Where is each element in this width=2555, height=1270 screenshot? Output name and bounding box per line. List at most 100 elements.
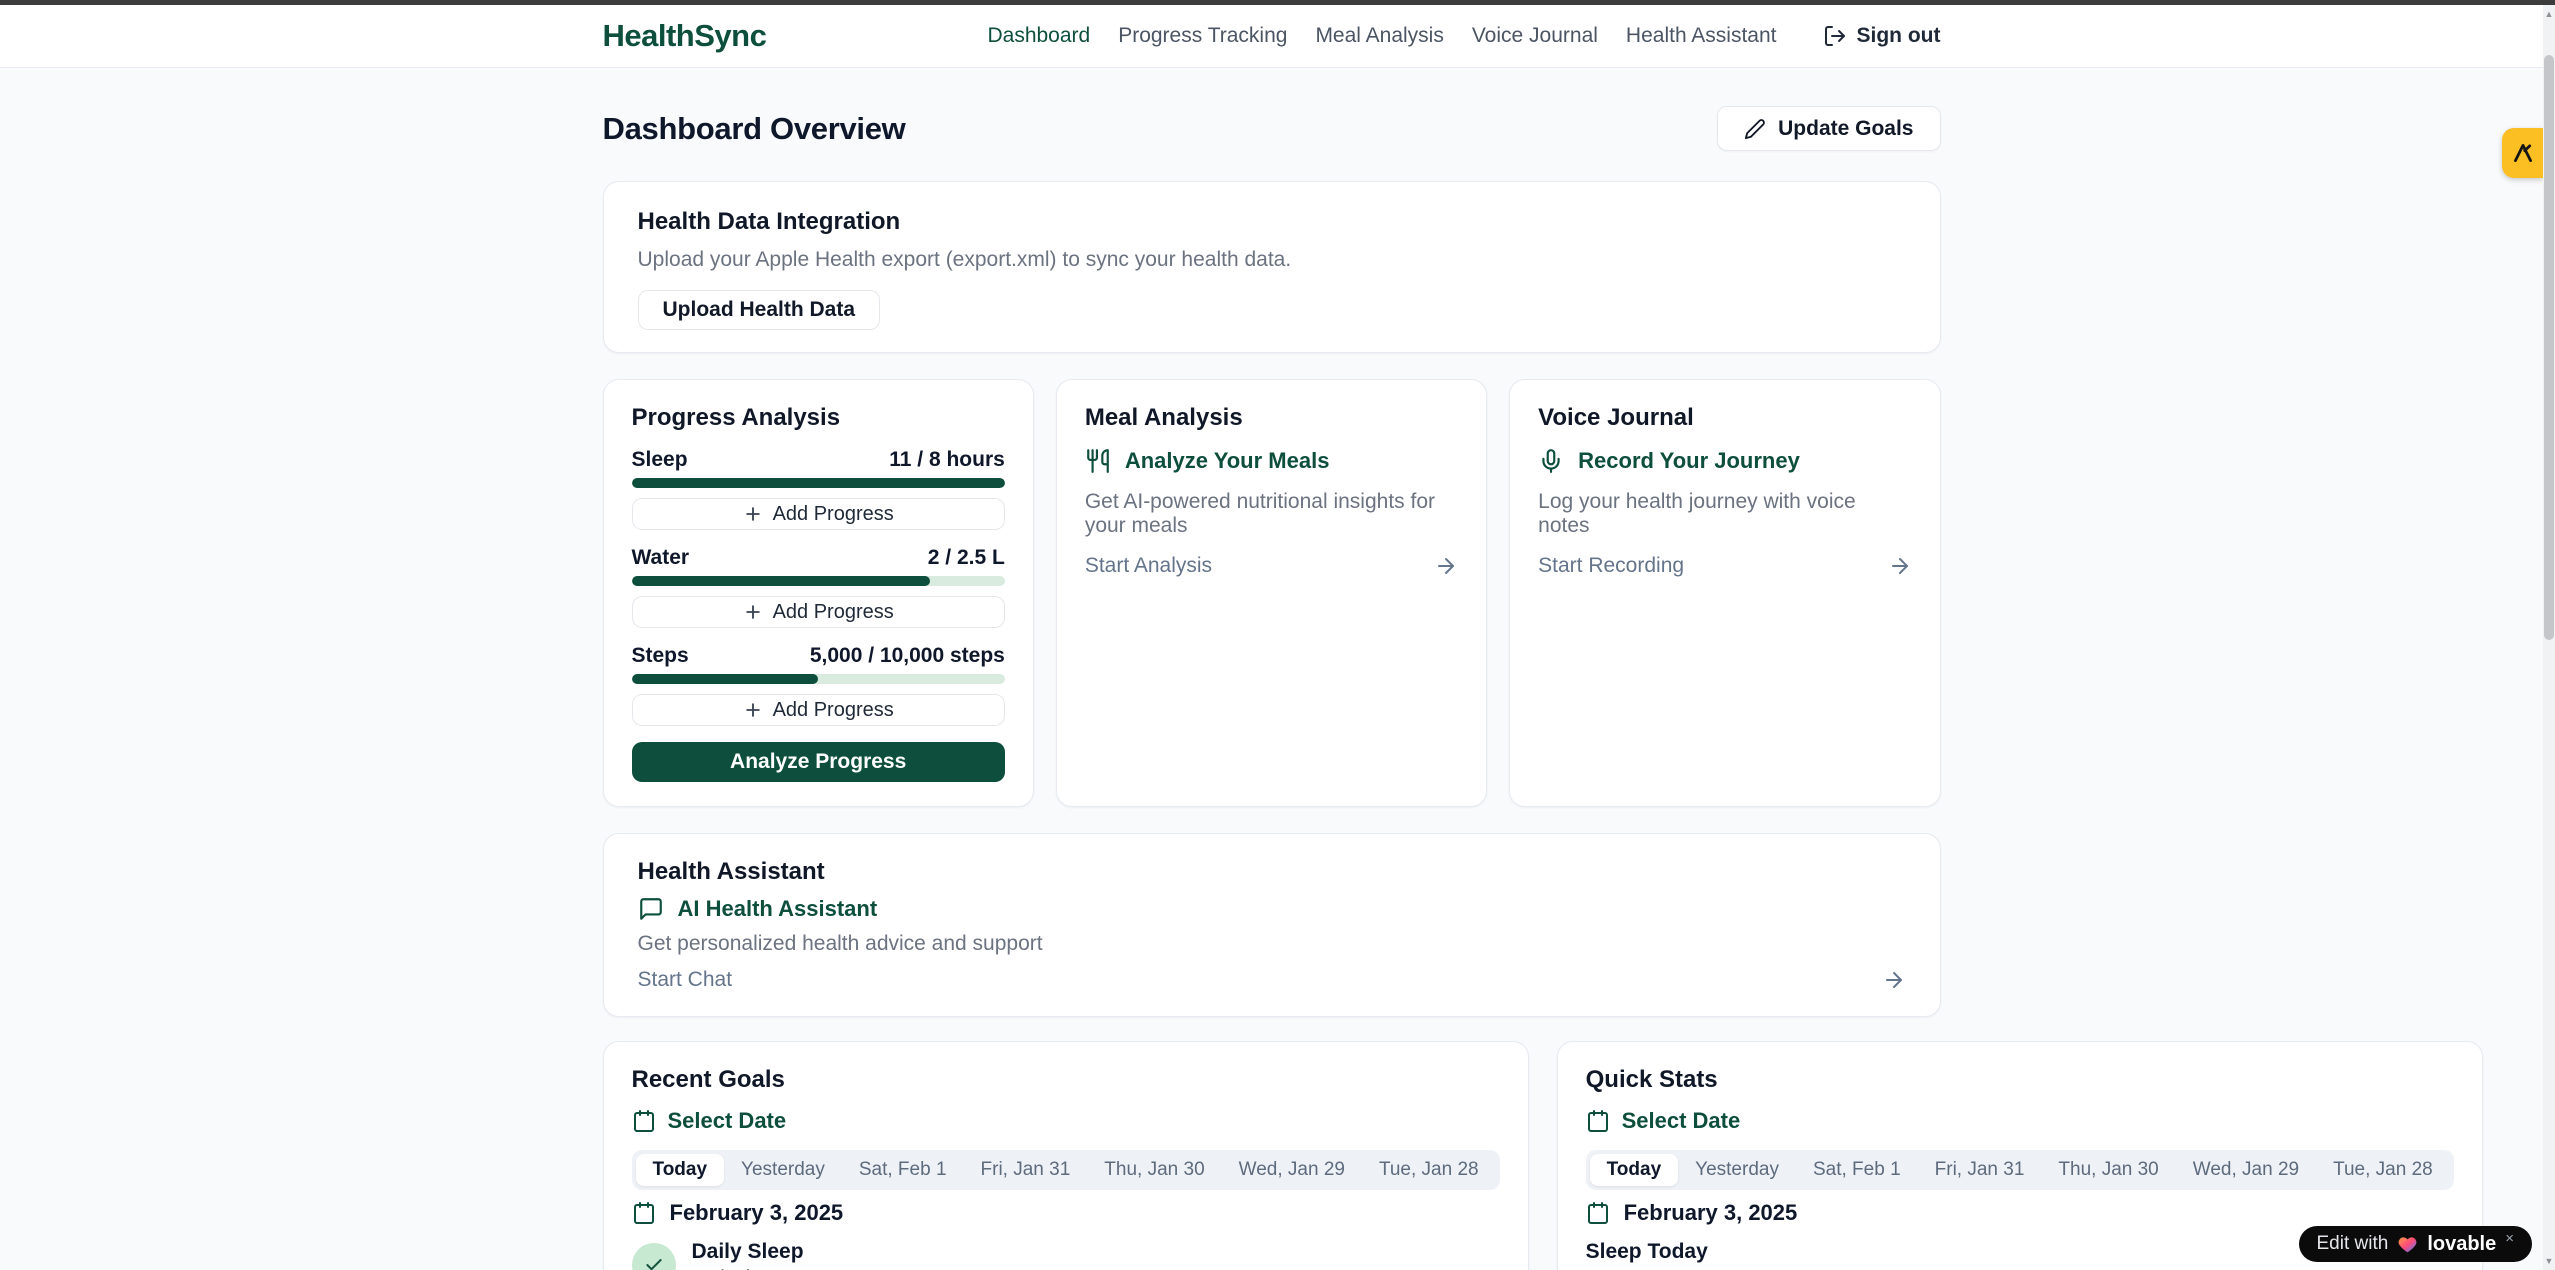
nav-dashboard[interactable]: Dashboard — [987, 24, 1090, 48]
scrollbar-down-arrow[interactable]: ▼ — [2543, 1254, 2555, 1268]
badge-close-icon[interactable]: × — [2505, 1230, 2514, 1247]
date-tab[interactable]: Fri, Jan 31 — [1918, 1154, 2042, 1186]
meal-card-description: Get AI-powered nutritional insights for … — [1085, 490, 1458, 538]
main-nav: Dashboard Progress Tracking Meal Analysi… — [987, 24, 1940, 48]
pencil-icon — [1744, 118, 1766, 140]
metric-steps: Steps 5,000 / 10,000 steps Add Progress — [632, 644, 1005, 726]
check-icon — [644, 1255, 664, 1270]
update-goals-button[interactable]: Update Goals — [1717, 106, 1940, 151]
date-tab-yesterday[interactable]: Yesterday — [1678, 1154, 1796, 1186]
scrollbar-up-arrow[interactable]: ▲ — [2543, 7, 2555, 21]
analyze-progress-button[interactable]: Analyze Progress — [632, 742, 1005, 782]
progress-bar-fill — [632, 576, 931, 586]
date-tab[interactable]: Sat, Feb 1 — [842, 1154, 964, 1186]
start-analysis-action[interactable]: Start Analysis — [1085, 554, 1458, 578]
calendar-icon — [1586, 1201, 1610, 1225]
arrow-right-icon — [1888, 554, 1912, 578]
nav-voice-journal[interactable]: Voice Journal — [1472, 24, 1598, 48]
add-progress-sleep-button[interactable]: Add Progress — [632, 498, 1005, 530]
quick-stats-title: Quick Stats — [1586, 1066, 2454, 1094]
progress-card-title: Progress Analysis — [632, 404, 1005, 432]
date-tab-yesterday[interactable]: Yesterday — [724, 1154, 842, 1186]
health-assistant-card: Health Assistant AI Health Assistant Get… — [603, 833, 1941, 1017]
analyze-meals-link[interactable]: Analyze Your Meals — [1085, 448, 1458, 474]
metric-value: 2 / 2.5 L — [928, 546, 1005, 570]
sign-out-button[interactable]: Sign out — [1823, 24, 1941, 48]
date-tab[interactable]: Thu, Jan 30 — [2041, 1154, 2175, 1186]
nav-progress-tracking[interactable]: Progress Tracking — [1118, 24, 1287, 48]
goal-list-item: Daily Sleep 11 / 8 hours — [632, 1240, 1500, 1270]
start-recording-action[interactable]: Start Recording — [1538, 554, 1911, 578]
scrollbar-thumb[interactable] — [2544, 55, 2554, 640]
upload-health-data-button[interactable]: Upload Health Data — [638, 290, 881, 330]
metric-value: 5,000 / 10,000 steps — [810, 644, 1005, 668]
progress-analysis-card: Progress Analysis Sleep 11 / 8 hours Add… — [603, 379, 1034, 807]
date-tab[interactable]: Thu, Jan 30 — [1087, 1154, 1221, 1186]
mic-icon — [1538, 448, 1564, 474]
metric-value: 11 / 8 hours — [889, 448, 1005, 472]
health-data-integration-card: Health Data Integration Upload your Appl… — [603, 181, 1941, 353]
app-header: HealthSync Dashboard Progress Tracking M… — [0, 5, 2543, 68]
date-tab[interactable]: Sat, Feb 1 — [1796, 1154, 1918, 1186]
progress-bar-fill — [632, 674, 819, 684]
nav-meal-analysis[interactable]: Meal Analysis — [1315, 24, 1443, 48]
progress-bar — [632, 478, 1005, 488]
sign-out-label: Sign out — [1857, 24, 1941, 48]
add-progress-water-button[interactable]: Add Progress — [632, 596, 1005, 628]
select-date-button[interactable]: Select Date — [1586, 1108, 2454, 1134]
recent-goals-title: Recent Goals — [632, 1066, 1500, 1094]
metric-label: Steps — [632, 644, 689, 668]
selected-date: February 3, 2025 — [632, 1200, 1500, 1226]
start-chat-action[interactable]: Start Chat — [638, 968, 1906, 992]
recent-goals-card: Recent Goals Select Date Today Yesterday… — [603, 1041, 1529, 1270]
select-date-button[interactable]: Select Date — [632, 1108, 1500, 1134]
metric-label: Water — [632, 546, 690, 570]
integration-title: Health Data Integration — [638, 208, 1906, 236]
add-progress-steps-button[interactable]: Add Progress — [632, 694, 1005, 726]
calendar-icon — [632, 1109, 656, 1133]
date-tab[interactable]: Fri, Jan 31 — [964, 1154, 1088, 1186]
app-logo[interactable]: HealthSync — [603, 18, 767, 54]
voice-journal-card: Voice Journal Record Your Journey Log yo… — [1509, 379, 1940, 807]
selected-date: February 3, 2025 — [1586, 1200, 2454, 1226]
date-tabs: Today Yesterday Sat, Feb 1 Fri, Jan 31 T… — [632, 1150, 1500, 1190]
arrow-right-icon — [1882, 968, 1906, 992]
metric-label: Sleep — [632, 448, 688, 472]
page-title: Dashboard Overview — [603, 111, 906, 147]
record-journey-link[interactable]: Record Your Journey — [1538, 448, 1911, 474]
edit-with-lovable-badge[interactable]: Edit with lovable × — [2299, 1226, 2533, 1262]
date-tab-today[interactable]: Today — [636, 1154, 725, 1186]
progress-bar-fill — [632, 478, 1005, 488]
meal-analysis-card: Meal Analysis Analyze Your Meals Get AI-… — [1056, 379, 1487, 807]
progress-bar — [632, 576, 1005, 586]
date-tab[interactable]: Wed, Jan 29 — [2176, 1154, 2316, 1186]
metric-water: Water 2 / 2.5 L Add Progress — [632, 546, 1005, 628]
date-tab[interactable]: Tue, Jan 28 — [2316, 1154, 2450, 1186]
date-tab[interactable]: Wed, Jan 29 — [1222, 1154, 1362, 1186]
utensils-icon — [1085, 448, 1111, 474]
nav-health-assistant[interactable]: Health Assistant — [1626, 24, 1777, 48]
plus-icon — [743, 700, 763, 720]
voice-card-title: Voice Journal — [1538, 404, 1911, 432]
chat-icon — [638, 896, 664, 922]
arrow-right-icon — [1434, 554, 1458, 578]
date-tab-today[interactable]: Today — [1590, 1154, 1679, 1186]
integration-description: Upload your Apple Health export (export.… — [638, 248, 1906, 272]
lovable-heart-icon — [2397, 1234, 2418, 1255]
metric-label: Sleep Today — [1586, 1240, 1708, 1264]
date-tabs: Today Yesterday Sat, Feb 1 Fri, Jan 31 T… — [1586, 1150, 2454, 1190]
fab-logo-icon — [2510, 140, 2536, 166]
ai-health-assistant-link[interactable]: AI Health Assistant — [638, 896, 1906, 922]
meal-card-title: Meal Analysis — [1085, 404, 1458, 432]
assistant-description: Get personalized health advice and suppo… — [638, 932, 1906, 956]
floating-widget-button[interactable] — [2502, 128, 2543, 178]
plus-icon — [743, 602, 763, 622]
metric-sleep: Sleep 11 / 8 hours Add Progress — [632, 448, 1005, 530]
plus-icon — [743, 504, 763, 524]
date-tab[interactable]: Tue, Jan 28 — [1362, 1154, 1496, 1186]
goal-completed-badge — [632, 1243, 676, 1270]
voice-card-description: Log your health journey with voice notes — [1538, 490, 1911, 538]
assistant-card-title: Health Assistant — [638, 858, 1906, 886]
goal-name: Daily Sleep — [692, 1240, 804, 1264]
page-scrollbar[interactable]: ▲ ▼ — [2543, 5, 2555, 1270]
